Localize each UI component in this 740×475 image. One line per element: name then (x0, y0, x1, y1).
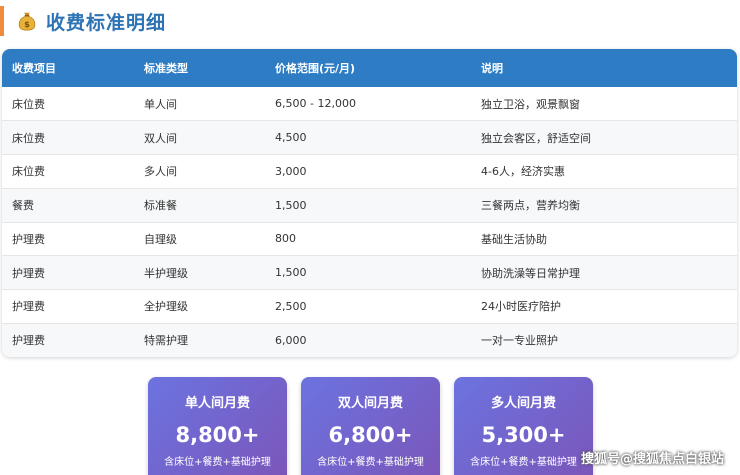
summary-cards: 单人间月费 8,800+ 含床位+餐费+基础护理 双人间月费 6,800+ 含床… (148, 377, 593, 475)
cell-type: 全护理级 (144, 300, 188, 314)
money-bag-icon: $ (18, 12, 36, 31)
cell-type: 自理级 (144, 232, 177, 246)
cell-item: 餐费 (12, 199, 34, 213)
cell-item: 护理费 (12, 232, 45, 246)
cell-type: 半护理级 (144, 266, 188, 280)
cell-note: 4-6人，经济实惠 (481, 165, 565, 179)
table-row: 护理费 半护理级 1,500 协助洗澡等日常护理 (2, 255, 737, 290)
card-shared-room: 多人间月费 5,300+ 含床位+餐费+基础护理 (454, 377, 593, 475)
column-header-item: 收费项目 (12, 62, 56, 75)
cell-type: 标准餐 (144, 199, 177, 213)
fee-table: 收费项目 标准类型 价格范围(元/月) 说明 床位费 单人间 6,500 - 1… (2, 49, 737, 357)
card-price: 5,300+ (481, 423, 566, 447)
cell-price: 1,500 (275, 266, 307, 280)
card-desc: 含床位+餐费+基础护理 (164, 457, 271, 468)
cell-item: 床位费 (12, 131, 45, 145)
cell-item: 护理费 (12, 266, 45, 280)
column-header-type: 标准类型 (144, 62, 188, 75)
card-single-room: 单人间月费 8,800+ 含床位+餐费+基础护理 (148, 377, 287, 475)
table-row: 餐费 标准餐 1,500 三餐两点，营养均衡 (2, 188, 737, 222)
cell-type: 双人间 (144, 131, 177, 145)
card-double-room: 双人间月费 6,800+ 含床位+餐费+基础护理 (301, 377, 440, 475)
svg-text:$: $ (24, 19, 30, 29)
cell-note: 独立会客区，舒适空间 (481, 131, 591, 145)
cell-item: 护理费 (12, 334, 45, 348)
cell-note: 三餐两点，营养均衡 (481, 199, 580, 213)
column-header-price: 价格范围(元/月) (275, 62, 356, 75)
cell-type: 单人间 (144, 97, 177, 111)
cell-note: 基础生活协助 (481, 232, 547, 246)
cell-type: 特需护理 (144, 334, 188, 348)
card-price: 6,800+ (328, 423, 413, 447)
table-row: 护理费 特需护理 6,000 一对一专业照护 (2, 323, 737, 357)
fee-table-grid: 收费项目 标准类型 价格范围(元/月) 说明 床位费 单人间 6,500 - 1… (2, 49, 737, 357)
table-header-row: 收费项目 标准类型 价格范围(元/月) 说明 (2, 49, 737, 87)
cell-price: 1,500 (275, 198, 307, 212)
card-price: 8,800+ (175, 423, 260, 447)
cell-price: 3,000 (275, 164, 307, 178)
cell-price: 4,500 (275, 131, 307, 145)
card-desc: 含床位+餐费+基础护理 (317, 457, 424, 468)
table-row: 床位费 双人间 4,500 独立会客区，舒适空间 (2, 120, 737, 155)
cell-price: 6,500 - 12,000 (275, 97, 356, 111)
cell-item: 床位费 (12, 165, 45, 179)
cell-price: 800 (275, 232, 296, 246)
cell-note: 独立卫浴，观景飘窗 (481, 97, 580, 111)
cell-type: 多人间 (144, 165, 177, 179)
cell-price: 6,000 (275, 333, 307, 347)
cell-price: 2,500 (275, 299, 307, 313)
column-header-note: 说明 (481, 62, 503, 75)
card-title: 单人间月费 (184, 396, 250, 411)
section-header: $ 收费标准明细 (0, 6, 166, 36)
table-row: 护理费 全护理级 2,500 24小时医疗陪护 (2, 290, 737, 324)
table-row: 床位费 单人间 6,500 - 12,000 独立卫浴，观景飘窗 (2, 87, 737, 121)
table-row: 护理费 自理级 800 基础生活协助 (2, 222, 737, 256)
cell-note: 一对一专业照护 (481, 334, 558, 348)
card-title: 双人间月费 (337, 396, 403, 411)
watermark: 搜狐号@搜狐焦点白银站 (580, 452, 724, 467)
cell-item: 床位费 (12, 97, 45, 111)
cell-item: 护理费 (12, 300, 45, 314)
page-title: 收费标准明细 (46, 11, 167, 34)
table-row: 床位费 多人间 3,000 4-6人，经济实惠 (2, 155, 737, 189)
cell-note: 协助洗澡等日常护理 (481, 266, 580, 280)
card-desc: 含床位+餐费+基础护理 (470, 457, 577, 468)
card-title: 多人间月费 (490, 396, 556, 411)
cell-note: 24小时医疗陪护 (481, 300, 561, 314)
